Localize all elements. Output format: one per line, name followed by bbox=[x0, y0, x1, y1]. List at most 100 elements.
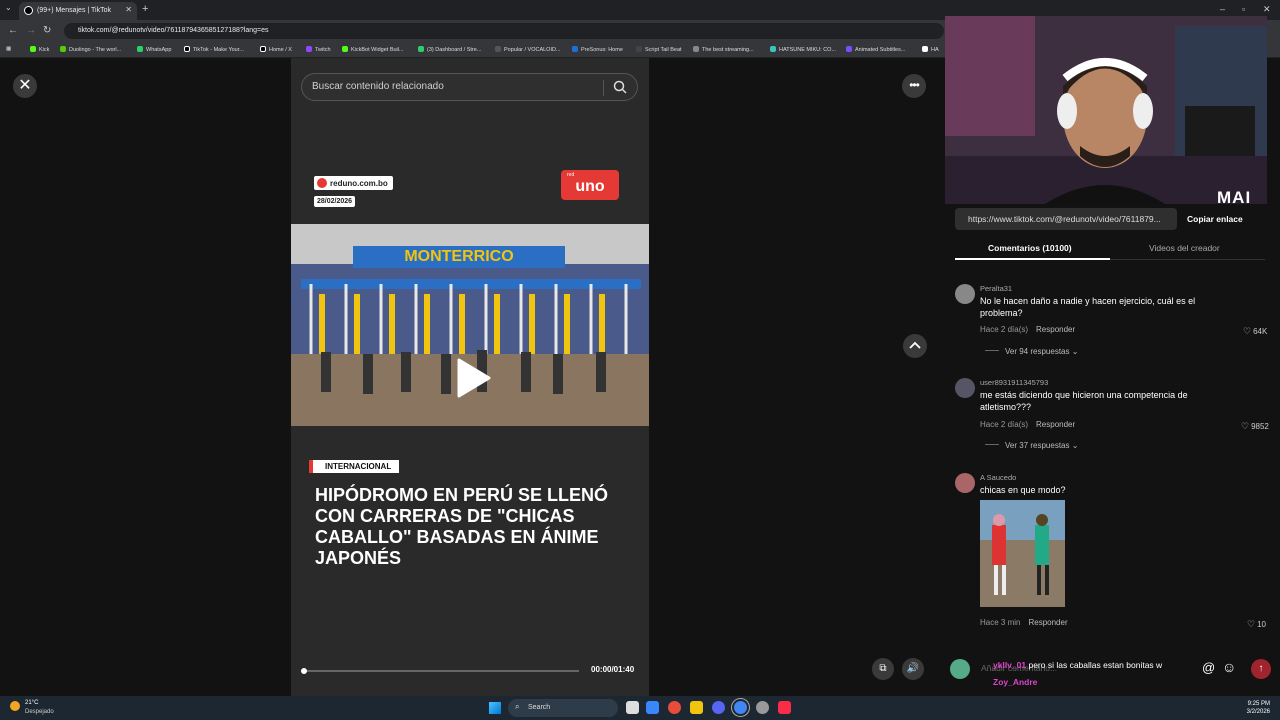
globe-icon bbox=[317, 178, 327, 188]
weather-desc: Despejado bbox=[25, 709, 54, 715]
comment-meta: Hace 3 min Responder bbox=[980, 618, 1068, 627]
whatsapp-icon bbox=[137, 46, 143, 52]
active-tab-indicator bbox=[955, 258, 1110, 260]
system-clock[interactable]: 9:25 PM 3/2/2026 bbox=[1247, 700, 1270, 716]
video-player[interactable]: Buscar contenido relacionado reduno.com.… bbox=[291, 58, 649, 696]
source-badge: reduno.com.bo bbox=[314, 176, 393, 190]
like-button[interactable]: ♡ 10 bbox=[1247, 619, 1266, 630]
video-timecode: 00:00/01:40 bbox=[591, 665, 635, 674]
bookmark-item[interactable]: Animated Subtitles... bbox=[846, 46, 905, 53]
picture-in-picture-button[interactable]: ⧉ bbox=[872, 658, 894, 680]
progress-thumb[interactable] bbox=[301, 668, 307, 674]
streaming-icon bbox=[693, 46, 699, 52]
date-badge: 28/02/2026 bbox=[314, 196, 356, 207]
reply-button[interactable]: Responder bbox=[1028, 618, 1067, 627]
bookmark-item[interactable]: Twitch bbox=[306, 46, 331, 53]
monterrico-sign: MONTERRICO bbox=[404, 248, 514, 265]
comment-text: chicas en que modo? bbox=[980, 485, 1066, 495]
comment-photo bbox=[980, 500, 1065, 607]
file-explorer-icon[interactable] bbox=[690, 701, 703, 714]
script-icon bbox=[636, 46, 642, 52]
bookmark-item[interactable]: HATSUNE MIKU: CO... bbox=[770, 46, 836, 53]
browser-tab[interactable]: (99+) Mensajes | TikTok ✕ bbox=[19, 2, 137, 20]
forward-icon[interactable]: → bbox=[26, 25, 36, 36]
x-icon bbox=[260, 46, 266, 52]
video-link-field[interactable]: https://www.tiktok.com/@redunotv/video/7… bbox=[955, 208, 1177, 230]
windows-start-icon[interactable] bbox=[489, 702, 501, 714]
tiktok-favicon-icon bbox=[24, 6, 33, 15]
openai-icon[interactable] bbox=[756, 701, 769, 714]
video-progress-bar[interactable] bbox=[301, 668, 579, 674]
app-icon[interactable] bbox=[668, 701, 681, 714]
comment-time: Hace 3 min bbox=[980, 618, 1021, 627]
bookmark-item[interactable]: The best streaming... bbox=[693, 46, 754, 53]
bookmark-item[interactable]: Duolingo - The worl... bbox=[60, 46, 121, 53]
tab-close-icon[interactable]: ✕ bbox=[125, 5, 132, 14]
bookmark-item[interactable]: Script Tail Beat bbox=[636, 46, 682, 53]
miku-icon bbox=[770, 46, 776, 52]
comment-username[interactable]: user8931911345793 bbox=[980, 378, 1048, 387]
avatar[interactable] bbox=[955, 473, 975, 493]
comment-meta: Hace 2 día(s) Responder bbox=[980, 420, 1075, 429]
avatar[interactable] bbox=[955, 378, 975, 398]
new-tab-icon[interactable]: + bbox=[142, 3, 148, 15]
reply-button[interactable]: Responder bbox=[1036, 325, 1075, 334]
previous-video-button[interactable] bbox=[903, 334, 927, 358]
emoji-icon[interactable]: ☺ bbox=[1222, 659, 1236, 675]
reply-button[interactable]: Responder bbox=[1036, 420, 1075, 429]
copy-link-button[interactable]: Copiar enlace bbox=[1187, 214, 1243, 224]
like-button[interactable]: ♡ 64K bbox=[1243, 326, 1267, 337]
more-options-button[interactable]: ••• bbox=[902, 74, 926, 98]
bookmark-item[interactable]: HA bbox=[922, 46, 939, 53]
maximize-icon[interactable]: ▫ bbox=[1242, 4, 1245, 14]
comment-username[interactable]: Peralta31 bbox=[980, 284, 1012, 293]
bookmark-item[interactable]: (3) Dashboard / Stre... bbox=[418, 46, 481, 53]
play-icon[interactable] bbox=[455, 358, 491, 398]
related-search-input[interactable]: Buscar contenido relacionado bbox=[301, 73, 638, 101]
volume-button[interactable]: 🔊 bbox=[902, 658, 924, 680]
apps-grid-icon[interactable]: ▦ bbox=[6, 46, 11, 52]
discord-icon[interactable] bbox=[712, 701, 725, 714]
back-icon[interactable]: ← bbox=[8, 25, 18, 36]
comment-image[interactable] bbox=[980, 500, 1065, 607]
bookmark-item[interactable]: TikTok - Make Your... bbox=[184, 46, 244, 53]
close-video-button[interactable]: ✕ bbox=[13, 74, 37, 98]
tab-comments[interactable]: Comentarios (10100) bbox=[988, 243, 1072, 253]
like-button[interactable]: ♡ 9852 bbox=[1241, 421, 1269, 432]
send-icon[interactable]: ↑ bbox=[1251, 659, 1271, 679]
stream-chat-username: Zoy_Andre bbox=[993, 677, 1038, 687]
sun-icon bbox=[10, 701, 20, 711]
weather-temp: 21°C bbox=[25, 700, 39, 706]
task-view-icon[interactable] bbox=[626, 701, 639, 714]
view-replies-button[interactable]: Ver 37 respuestas ⌄ bbox=[985, 441, 1078, 450]
chrome-icon[interactable] bbox=[734, 701, 747, 714]
bookmark-item[interactable]: PreSonus: Home bbox=[572, 46, 623, 53]
view-replies-button[interactable]: Ver 94 respuestas ⌄ bbox=[985, 347, 1078, 356]
widgets-icon[interactable] bbox=[646, 701, 659, 714]
bookmark-item[interactable]: Kick bbox=[30, 46, 49, 53]
copy-link-row: https://www.tiktok.com/@redunotv/video/7… bbox=[955, 208, 1265, 230]
minimize-icon[interactable]: – bbox=[1220, 4, 1225, 14]
streamer-webcam-overlay: MAI bbox=[945, 16, 1267, 204]
comment-text: me estás diciendo que hicieron una compe… bbox=[980, 390, 1188, 412]
avatar[interactable] bbox=[955, 284, 975, 304]
bookmark-item[interactable]: Popular / VOCALOID... bbox=[495, 46, 561, 53]
bookmark-item[interactable]: KickBot Widget Buil... bbox=[342, 46, 404, 53]
kickbot-icon bbox=[342, 46, 348, 52]
vocaloid-icon bbox=[495, 46, 501, 52]
search-icon[interactable] bbox=[613, 80, 627, 94]
taskbar-search[interactable]: ⌕ Search bbox=[508, 699, 618, 717]
bookmark-item[interactable]: WhatsApp bbox=[137, 46, 171, 53]
window-close-icon[interactable]: ✕ bbox=[1263, 4, 1271, 15]
red-uno-logo: red uno bbox=[561, 170, 619, 200]
mention-icon[interactable]: @ bbox=[1202, 660, 1215, 675]
comment-time: Hace 2 día(s) bbox=[980, 420, 1029, 429]
music-icon[interactable] bbox=[778, 701, 791, 714]
url-input[interactable]: tiktok.com/@redunotv/video/7611879436585… bbox=[64, 23, 944, 39]
presonus-icon bbox=[572, 46, 578, 52]
tab-list-icon[interactable]: ⌄ bbox=[5, 3, 12, 12]
reload-icon[interactable]: ↻ bbox=[43, 25, 51, 36]
comment-username[interactable]: A Saucedo bbox=[980, 473, 1016, 482]
bookmark-item[interactable]: Home / X bbox=[260, 46, 292, 53]
tab-creator-videos[interactable]: Videos del creador bbox=[1149, 243, 1220, 253]
